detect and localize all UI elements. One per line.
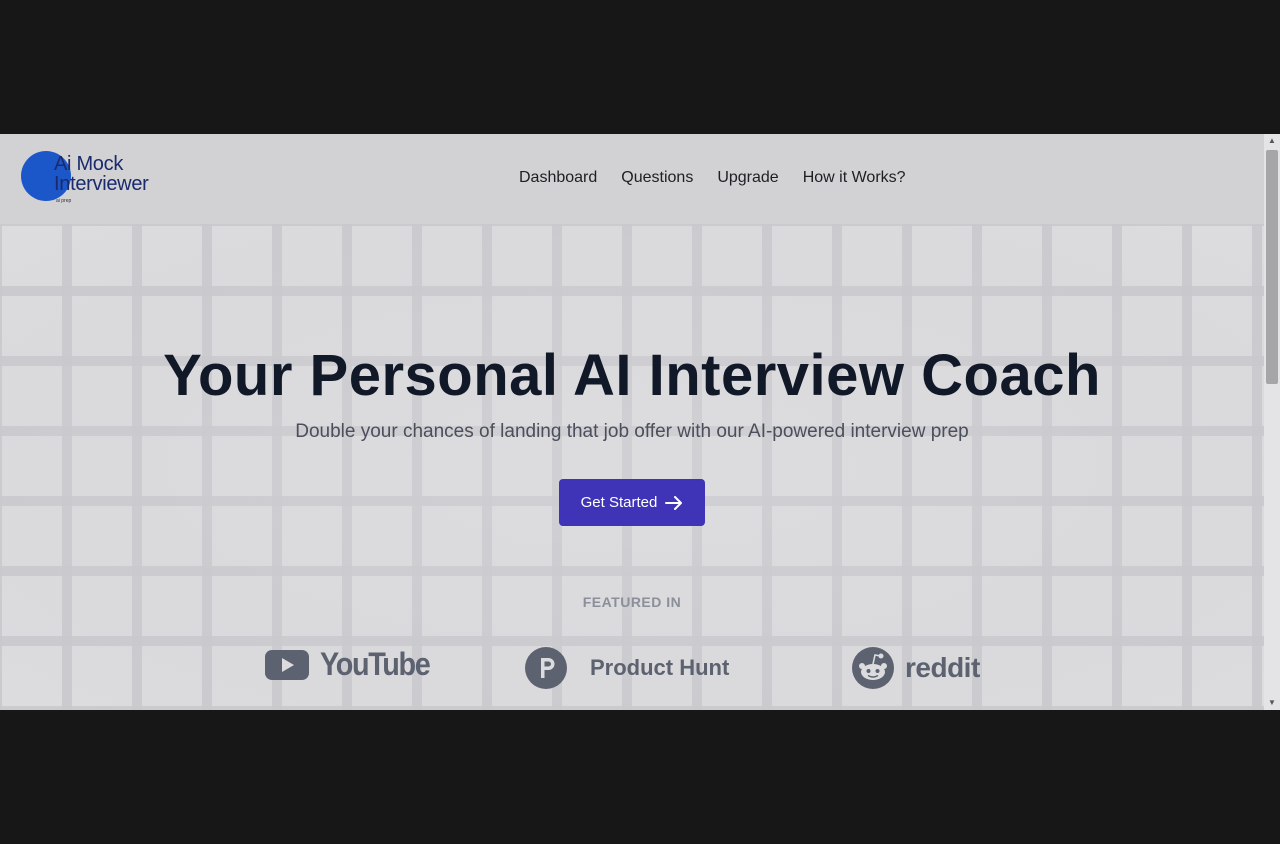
youtube-name: YouTube bbox=[320, 646, 431, 682]
featured-brand-product-hunt[interactable]: Product Hunt bbox=[524, 646, 729, 690]
logo-text: Ai Mock Interviewer bbox=[54, 154, 149, 194]
get-started-label: Get Started bbox=[580, 494, 658, 511]
featured-brand-youtube[interactable]: YouTube bbox=[264, 646, 442, 683]
logo-line-2: Interviewer bbox=[54, 173, 149, 195]
product-hunt-icon bbox=[525, 647, 567, 689]
product-hunt-name: Product Hunt bbox=[590, 655, 730, 680]
scroll-down-arrow-icon[interactable]: ▼ bbox=[1264, 696, 1280, 710]
scrollbar[interactable]: ▲ ▼ bbox=[1264, 134, 1280, 710]
logo[interactable]: Ai Mock Interviewer ai prep bbox=[20, 150, 190, 210]
arrow-right-icon bbox=[665, 495, 683, 510]
reddit-icon bbox=[852, 647, 894, 689]
logo-tagline: ai prep bbox=[56, 198, 72, 204]
youtube-icon bbox=[265, 649, 309, 680]
main-nav: Dashboard Questions Upgrade How it Works… bbox=[519, 169, 906, 187]
scroll-up-arrow-icon[interactable]: ▲ bbox=[1264, 134, 1280, 148]
nav-how-it-works[interactable]: How it Works? bbox=[803, 169, 906, 187]
scrollbar-thumb[interactable] bbox=[1266, 150, 1278, 384]
reddit-name: reddit bbox=[905, 652, 980, 683]
grid-fade-overlay bbox=[0, 224, 1264, 710]
browser-viewport: Ai Mock Interviewer ai prep Dashboard Qu… bbox=[0, 134, 1280, 710]
featured-in-label: FEATURED IN bbox=[582, 594, 682, 610]
nav-questions[interactable]: Questions bbox=[621, 169, 693, 187]
nav-dashboard[interactable]: Dashboard bbox=[519, 169, 597, 187]
get-started-button[interactable]: Get Started bbox=[559, 479, 705, 526]
site-header: Ai Mock Interviewer ai prep Dashboard Qu… bbox=[0, 134, 1264, 224]
nav-upgrade[interactable]: Upgrade bbox=[717, 169, 778, 187]
logo-line-1: Ai Mock bbox=[54, 153, 124, 175]
featured-brand-reddit[interactable]: reddit bbox=[851, 646, 980, 690]
hero-title: Your Personal AI Interview Coach bbox=[163, 343, 1101, 408]
hero-subtitle: Double your chances of landing that job … bbox=[295, 421, 969, 442]
